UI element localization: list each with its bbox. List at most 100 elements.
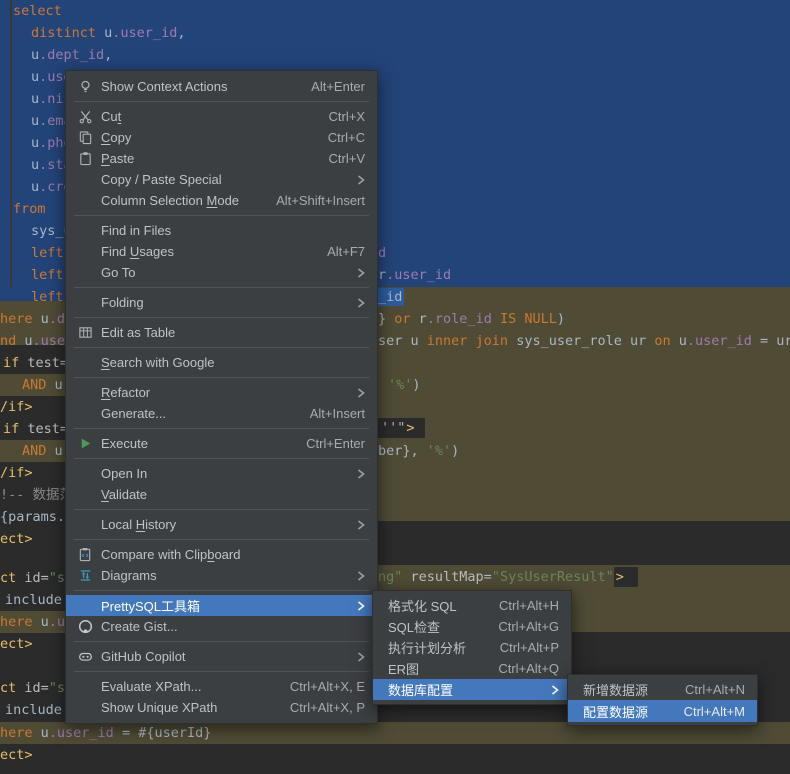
icon-slot [76,466,94,482]
icon-slot [76,700,94,716]
menu-item-find-in-files[interactable]: Find in Files [66,220,377,241]
menu-item-er-diagram[interactable]: ER图 Ctrl+Alt+Q [373,658,571,679]
code-line: _id [376,288,405,306]
menu-item-cut[interactable]: Cut Ctrl+X [66,106,377,127]
menu-item-label: Find in Files [101,223,172,238]
code-line: ct id="s [0,570,66,586]
code-line: select [13,3,62,19]
code-line: ng" resultMap="SysUserResult" > [378,566,638,588]
menu-item-show-unique-xpath[interactable]: Show Unique XPath Ctrl+Alt+X, P [66,697,377,718]
menu-item-create-gist[interactable]: Create Gist... [66,616,377,637]
menu-item-explain-plan[interactable]: 执行计划分析 Ctrl+Alt+P [373,637,571,658]
icon-slot [76,223,94,239]
menu-item-folding[interactable]: Folding [66,292,377,313]
icon-slot [76,679,94,695]
submenu-arrow-icon [357,600,365,612]
menu-item-search-with-google[interactable]: Search with Google [66,352,377,373]
code-line: nd u.use [0,333,66,349]
menu-item-shortcut: Ctrl+Alt+G [498,619,559,634]
code-line: AND u [22,443,63,459]
menu-item-label: Edit as Table [101,325,176,340]
menu-item-shortcut: Ctrl+Alt+P [499,640,559,655]
code-line: ect> [0,531,33,547]
menu-item-github-copilot[interactable]: GitHub Copilot [66,646,377,667]
menu-item-column-selection-mode[interactable]: Column Selection Mode Alt+Shift+Insert [66,190,377,211]
code-line: /if> [0,465,33,481]
code-line: ect> [0,747,33,763]
menu-item-shortcut: Ctrl+Alt+H [499,598,559,613]
icon-slot [76,355,94,371]
menu-separator [74,377,369,378]
menu-item-execute[interactable]: Execute Ctrl+Enter [66,433,377,454]
menu-item-evaluate-xpath[interactable]: Evaluate XPath... Ctrl+Alt+X, E [66,676,377,697]
code-line: here u.us [0,614,74,630]
menu-item-local-history[interactable]: Local History [66,514,377,535]
code-line: distinct u.user_id, [31,25,186,41]
menu-item-copy[interactable]: Copy Ctrl+C [66,127,377,148]
menu-item-add-datasource[interactable]: 新增数据源 Ctrl+Alt+N [568,678,757,700]
menu-item-shortcut: Ctrl+X [328,109,365,124]
context-menu: Show Context Actions Alt+Enter Cut Ctrl+X Co… [65,70,378,724]
code-line: here u.d [0,311,66,327]
menu-item-label: SQL检查 [388,620,441,635]
code-line: here u.user_id = #{userId} [0,725,212,741]
menu-item-format-sql[interactable]: 格式化 SQL Ctrl+Alt+H [373,595,571,616]
menu-item-validate[interactable]: Validate [66,484,377,505]
menu-item-shortcut: Ctrl+Alt+M [683,703,745,719]
menu-item-shortcut: Ctrl+Alt+N [685,681,745,697]
menu-item-shortcut: Ctrl+Alt+Q [498,661,559,676]
menu-item-refactor[interactable]: Refactor [66,382,377,403]
menu-separator [74,215,369,216]
menu-item-configure-datasource[interactable]: 配置数据源 Ctrl+Alt+M [568,700,757,722]
icon-slot [76,244,94,260]
code-line: r.user_id [378,267,452,283]
diagrams-icon [76,568,94,584]
indent-guide [10,0,12,300]
menu-item-label: Local History [101,517,177,532]
menu-item-shortcut: Alt+F7 [327,244,365,259]
menu-item-paste[interactable]: Paste Ctrl+V [66,148,377,169]
code-line: include [5,702,71,718]
menu-item-label: ER图 [388,662,420,677]
menu-item-edit-as-table[interactable]: Edit as Table [66,322,377,343]
ide-editor: select distinct u.user_id, u.dept_id, u.use… [0,0,790,774]
menu-item-label: Go To [101,265,136,280]
code-line: d [378,245,387,261]
menu-item-shortcut: Ctrl+V [328,151,365,166]
menu-separator [74,539,369,540]
menu-separator [74,641,369,642]
menu-item-find-usages[interactable]: Find Usages Alt+F7 [66,241,377,262]
icon-slot [76,172,94,188]
submenu-arrow-icon [357,267,365,279]
code-line: left [31,289,64,305]
menu-item-prettysql-toolbox[interactable]: PrettySQL工具箱 [66,595,377,616]
menu-item-sql-check[interactable]: SQL检查 Ctrl+Alt+G [373,616,571,637]
code-line: } or r.role_id IS NULL) [378,311,565,327]
icon-slot [76,385,94,401]
menu-item-label: Evaluate XPath... [101,679,202,694]
menu-item-label: Copy [101,130,132,145]
code-line: left [31,245,64,261]
menu-item-compare-with-clipboard[interactable]: Compare with Clipboard [66,544,377,565]
code-line: from [13,201,46,217]
menu-item-shortcut: Ctrl+Enter [306,436,365,451]
menu-separator [74,317,369,318]
datasource-submenu: 新增数据源 Ctrl+Alt+N 配置数据源 Ctrl+Alt+M [567,674,758,726]
menu-item-copy-paste-special[interactable]: Copy / Paste Special [66,169,377,190]
menu-separator [74,101,369,102]
menu-item-diagrams[interactable]: Diagrams [66,565,377,586]
code-line: u.dept_id, [31,47,113,63]
menu-item-label: GitHub Copilot [101,649,186,664]
menu-item-shortcut: Ctrl+Alt+X, E [289,679,365,694]
menu-item-go-to[interactable]: Go To [66,262,377,283]
play-icon [76,436,94,452]
icon-slot [76,265,94,281]
menu-item-database-config[interactable]: 数据库配置 [373,679,571,700]
menu-item-show-context-actions[interactable]: Show Context Actions Alt+Enter [66,76,377,97]
menu-item-label: Diagrams [101,568,157,583]
menu-item-shortcut: Alt+Shift+Insert [276,193,365,208]
menu-item-label: Copy / Paste Special [101,172,222,187]
menu-item-open-in[interactable]: Open In [66,463,377,484]
menu-separator [74,287,369,288]
menu-item-generate[interactable]: Generate... Alt+Insert [66,403,377,424]
